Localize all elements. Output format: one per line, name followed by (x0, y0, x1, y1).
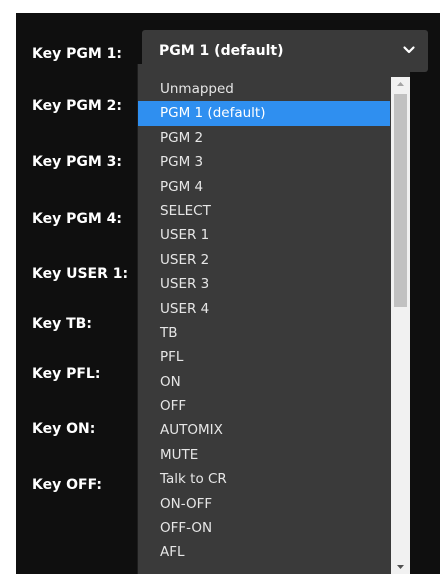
dropdown-list[interactable]: Unmapped PGM 1 (default) PGM 2 PGM 3 PGM 4 SE… (137, 64, 410, 574)
label-key-pfl: Key PFL: (32, 366, 101, 382)
scrollbar-thumb[interactable] (394, 94, 407, 307)
dropdown-option[interactable]: PGM 4 (138, 175, 390, 199)
dropdown-option[interactable]: OFF (138, 394, 390, 418)
dropdown-option[interactable]: PFL (138, 345, 390, 369)
dropdown-option[interactable]: Talk to CR (138, 467, 390, 491)
dropdown-option[interactable]: ON-OFF (138, 492, 390, 516)
select-value: PGM 1 (default) (159, 43, 284, 59)
chevron-down-icon (403, 46, 415, 54)
dropdown-option[interactable]: MUTE (138, 443, 390, 467)
label-key-user-1: Key USER 1: (32, 266, 129, 282)
label-key-on: Key ON: (32, 421, 96, 437)
dropdown-option[interactable]: USER 3 (138, 272, 390, 296)
option-list: Unmapped PGM 1 (default) PGM 2 PGM 3 PGM 4 SE… (138, 77, 390, 565)
dropdown-option[interactable]: PGM 3 (138, 150, 390, 174)
scrollbar[interactable] (391, 77, 410, 574)
dropdown-option[interactable]: PGM 1 (default) (138, 101, 390, 126)
dropdown-option[interactable]: SELECT (138, 199, 390, 223)
dropdown-option[interactable]: OFF-ON (138, 516, 390, 540)
dropdown-option[interactable]: AFL (138, 540, 390, 564)
dropdown-option[interactable]: USER 4 (138, 297, 390, 321)
dropdown-option[interactable]: Unmapped (138, 77, 390, 101)
dropdown-option[interactable]: USER 2 (138, 248, 390, 272)
label-key-pgm-3: Key PGM 3: (32, 154, 122, 170)
label-key-pgm-1: Key PGM 1: (32, 46, 122, 62)
label-key-tb: Key TB: (32, 316, 92, 332)
label-key-pgm-4: Key PGM 4: (32, 211, 122, 227)
scroll-up-icon[interactable] (391, 77, 410, 91)
label-key-off: Key OFF: (32, 477, 102, 493)
dropdown-option[interactable]: AUTOMIX (138, 418, 390, 442)
dropdown-option[interactable]: USER 1 (138, 223, 390, 247)
label-key-pgm-2: Key PGM 2: (32, 98, 122, 114)
scroll-down-icon[interactable] (391, 560, 410, 574)
dropdown-option[interactable]: TB (138, 321, 390, 345)
dropdown-option[interactable]: ON (138, 370, 390, 394)
dropdown-option[interactable]: PGM 2 (138, 126, 390, 150)
